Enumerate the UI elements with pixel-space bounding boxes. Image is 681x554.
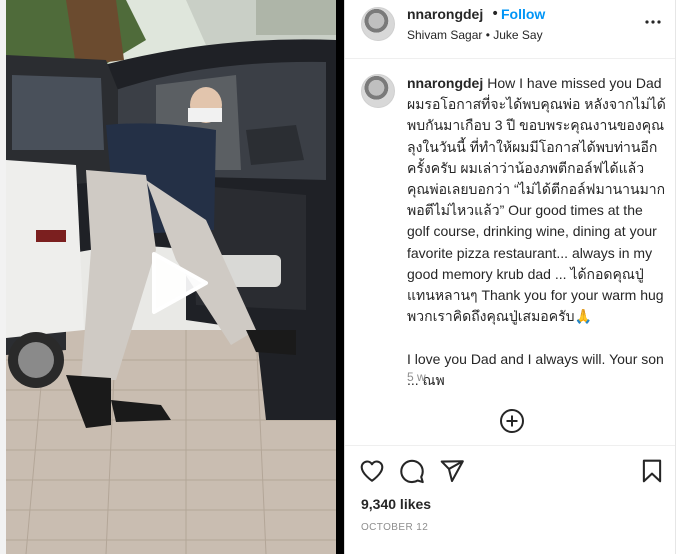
heart-icon — [360, 460, 384, 482]
save-button[interactable] — [639, 458, 665, 484]
load-more-comments-button[interactable] — [499, 408, 525, 434]
post-sidebar: nnarongdej • Follow Shivam Sagar • Juke … — [344, 0, 676, 554]
audio-label[interactable]: Shivam Sagar • Juke Say — [407, 28, 543, 42]
post-header: nnarongdej • Follow Shivam Sagar • Juke … — [345, 0, 676, 59]
instagram-post-window: nnarongdej • Follow Shivam Sagar • Juke … — [0, 0, 681, 554]
like-button[interactable] — [359, 458, 385, 484]
post-video[interactable] — [0, 0, 338, 554]
post-date[interactable]: OCTOBER 12 — [361, 522, 428, 533]
share-button[interactable] — [439, 458, 465, 484]
separator-dot: • — [491, 6, 500, 22]
share-icon — [440, 460, 464, 482]
play-icon — [152, 252, 208, 314]
comments-section: nnarongdej How I have missed you Dad ผมรอ… — [345, 59, 676, 446]
bookmark-icon — [642, 459, 662, 483]
comment-button[interactable] — [399, 458, 425, 484]
header-username[interactable]: nnarongdej — [407, 6, 483, 22]
avatar[interactable] — [361, 7, 395, 41]
caption-username[interactable]: nnarongdej — [407, 75, 483, 91]
comment-icon — [400, 459, 424, 484]
follow-button[interactable]: Follow — [501, 6, 545, 22]
more-options-button[interactable] — [641, 10, 665, 34]
plus-circle-icon — [500, 409, 524, 433]
caption-avatar[interactable] — [361, 74, 395, 108]
media-divider — [336, 0, 344, 554]
post-caption: nnarongdej How I have missed you Dad ผมรอ… — [407, 73, 667, 391]
likes-count[interactable]: 9,340 likes — [361, 496, 431, 512]
window-edge — [675, 0, 681, 554]
more-options-icon — [645, 20, 661, 24]
play-button[interactable] — [146, 250, 210, 316]
action-bar — [345, 446, 676, 498]
caption-time-ago[interactable]: 5 w — [407, 370, 426, 384]
caption-text: How I have missed you Dad ผมรอโอกาสที่จะ… — [407, 75, 666, 388]
